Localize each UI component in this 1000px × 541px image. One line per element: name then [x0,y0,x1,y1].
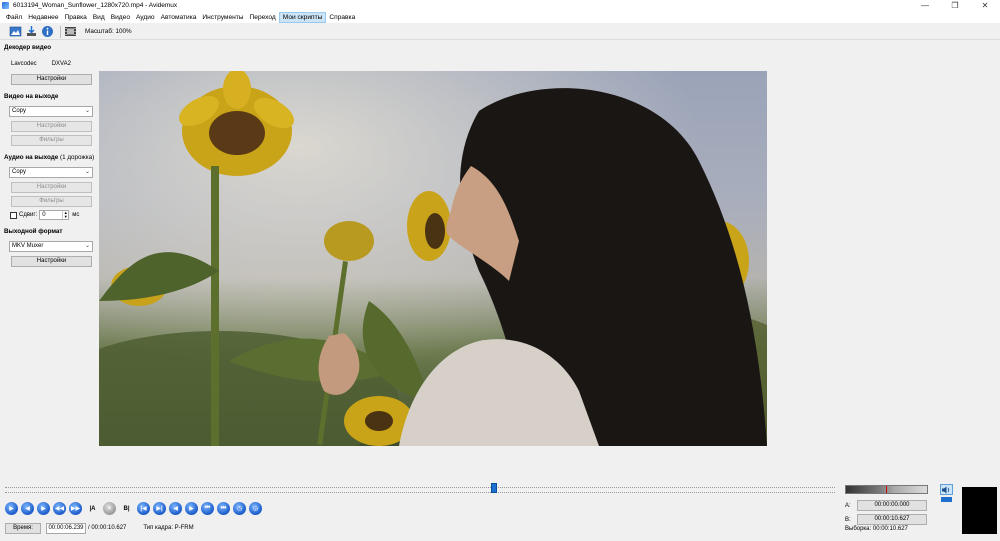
video-codec-select[interactable]: Copy ⌄ [9,106,93,117]
menu-recent[interactable]: Недавнее [25,12,61,23]
prev-black-frame-button[interactable]: ◀ [169,502,182,515]
chevron-down-icon: ⌄ [84,243,90,249]
zoom-label: Масштаб: 100% [85,28,132,35]
menu-help[interactable]: Справка [326,12,358,23]
menu-audio[interactable]: Аудио [133,12,158,23]
video-filters-button[interactable]: Фильтры [11,135,92,146]
output-format-title: Выходной формат [4,228,63,235]
frame-type-label: Тип кадра: P-FRM [143,525,194,531]
menu-edit[interactable]: Правка [62,12,90,23]
spin-arrows-icon[interactable]: ▲ ▼ [62,211,68,219]
decoder-hw: DXVA2 [51,61,71,67]
set-marker-b-button[interactable]: B| [119,502,134,515]
next-black-frame-button[interactable]: ▶ [185,502,198,515]
first-frame-button[interactable]: ⏮ [201,502,214,515]
decoder-codec: Lavcodec [11,61,37,67]
shift-unit: мс [72,212,80,218]
marker-b-button[interactable]: 00:00:10.627 [857,514,927,525]
window-title: 6013194_Woman_Sunflower_1280x720.mp4 - A… [13,2,178,9]
decoder-settings-button[interactable]: Настройки [11,74,92,85]
settings-panel: Декодер видео Lavcodec DXVA2 Настройки В… [0,41,99,271]
next-keyframe-button[interactable]: ▶▶ [69,502,82,515]
menu-auto[interactable]: Автоматика [158,12,200,23]
marker-b-label: B: [845,516,851,523]
goto-marker-a-button[interactable]: |◀ [137,502,150,515]
rewind-button[interactable]: ◀ [21,502,34,515]
chevron-down-icon: ⌄ [84,108,90,114]
toolbar: Масштаб: 100% [0,24,1000,40]
info-icon[interactable] [41,25,54,38]
playback-controls: ▶ ◀ ▶ ◀◀ ▶▶ |A ✕ B| |◀ ▶| ◀ ▶ ⏮ ⏭ ◷ ◶ [5,502,265,515]
audio-out-title: Аудио на выходе (1 дорожка) [4,154,95,161]
chevron-down-icon: ⌄ [84,169,90,175]
menu-video[interactable]: Видео [108,12,133,23]
selection-duration: Выборка: 00:00:10.627 [845,526,908,532]
close-button[interactable]: ✕ [970,0,1000,11]
open-icon[interactable] [9,25,22,38]
prev-keyframe-button[interactable]: ◀◀ [53,502,66,515]
menu-go[interactable]: Переход [247,12,279,23]
time-button[interactable]: Время: [5,522,41,534]
forward-button[interactable]: ▶ [37,502,50,515]
menu-file[interactable]: Файл [3,12,25,23]
title-bar: 6013194_Woman_Sunflower_1280x720.mp4 - A… [0,0,1000,11]
menu-view[interactable]: Вид [90,12,108,23]
last-frame-button[interactable]: ⏭ [217,502,230,515]
video-preview [99,71,767,446]
avidemux-logo-icon [2,2,9,9]
film-icon[interactable] [64,25,77,38]
forward-one-minute-button[interactable]: ◶ [249,502,262,515]
video-frame [99,71,767,446]
menu-bar: Файл Недавнее Правка Вид Видео Аудио Авт… [0,11,1000,23]
restore-button[interactable]: ❐ [940,0,970,11]
duration-label: / 00:00:10.627 [88,525,127,531]
marker-a-button[interactable]: 00:00:00.000 [857,500,927,511]
muxer-select[interactable]: MKV Muxer ⌄ [9,241,93,252]
audio-level-meter [845,485,928,494]
back-one-minute-button[interactable]: ◷ [233,502,246,515]
minimize-button[interactable]: — [910,0,940,11]
marker-a-label: A: [845,502,851,509]
output-preview [962,487,997,534]
timeline-handle[interactable] [490,483,497,493]
set-marker-a-button[interactable]: |A [85,502,100,515]
video-out-title: Видео на выходе [4,93,59,100]
goto-marker-b-button[interactable]: ▶| [153,502,166,515]
audio-codec-select[interactable]: Copy ⌄ [9,167,93,178]
play-button[interactable]: ▶ [5,502,18,515]
speaker-icon[interactable] [940,484,953,495]
decoder-title: Декодер видео [4,44,52,51]
menu-my-scripts[interactable]: Мои скрипты [278,11,327,23]
current-time-field[interactable]: 00:00:06.239 [46,522,86,534]
video-settings-button[interactable]: Настройки [11,121,92,132]
reset-markers-button[interactable]: ✕ [103,502,116,515]
audio-filters-button[interactable]: Фильтры [11,196,92,207]
menu-tools[interactable]: Инструменты [199,12,246,23]
audio-shift-row: Сдвиг: 0 ▲ ▼ мс [10,210,79,220]
time-row: Время: 00:00:06.239 / 00:00:10.627 Тип к… [5,522,194,534]
shift-spinbox[interactable]: 0 ▲ ▼ [39,210,70,220]
shift-label: Сдвиг: [19,212,38,218]
shift-checkbox[interactable] [10,211,17,219]
muxer-settings-button[interactable]: Настройки [11,256,92,267]
volume-slider[interactable] [941,497,952,502]
timeline-slider[interactable] [5,483,835,496]
save-icon[interactable] [25,25,38,38]
audio-settings-button[interactable]: Настройки [11,182,92,193]
